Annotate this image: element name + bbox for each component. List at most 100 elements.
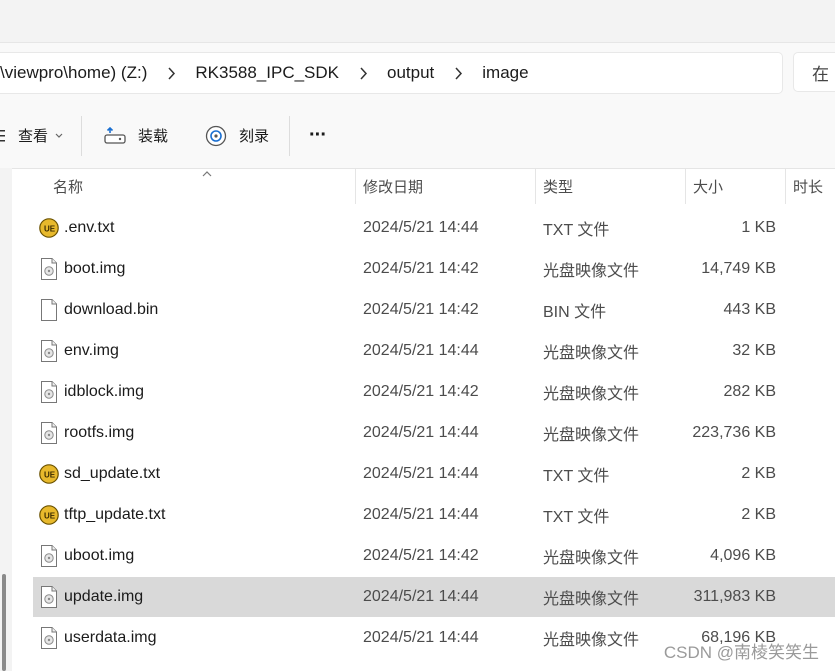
breadcrumb-drive[interactable]: \viewpro\home) (Z:) xyxy=(0,63,147,83)
file-type: TXT 文件 xyxy=(543,509,610,526)
file-row[interactable]: update.img 2024/5/21 14:44 光盘映像文件 311,983 K… xyxy=(33,577,835,617)
breadcrumb-image[interactable]: image xyxy=(482,63,528,83)
disc-image-file-icon xyxy=(39,544,59,568)
address-row: \viewpro\home) (Z:) RK3588_IPC_SDK outpu… xyxy=(0,42,835,104)
column-type[interactable]: 类型 xyxy=(543,168,573,204)
file-type: TXT 文件 xyxy=(543,222,610,239)
file-type: 光盘映像文件 xyxy=(543,345,640,362)
address-bar[interactable]: \viewpro\home) (Z:) RK3588_IPC_SDK outpu… xyxy=(0,52,783,94)
column-divider[interactable] xyxy=(785,168,786,204)
disc-image-file-icon xyxy=(39,257,59,281)
file-date: 2024/5/21 14:44 xyxy=(363,424,479,441)
burn-disc-icon xyxy=(205,125,227,146)
file-date: 2024/5/21 14:42 xyxy=(363,260,479,277)
file-type: TXT 文件 xyxy=(543,468,610,485)
file-size: 311,983 KB xyxy=(693,588,776,605)
ue-text-icon: UE xyxy=(39,503,59,527)
svg-text:UE: UE xyxy=(44,225,56,234)
file-date: 2024/5/21 14:44 xyxy=(363,465,479,482)
disc-image-file-icon xyxy=(39,626,59,650)
breadcrumb-sdk[interactable]: RK3588_IPC_SDK xyxy=(195,63,339,83)
file-name: sd_update.txt xyxy=(64,465,161,482)
mount-drive-icon xyxy=(104,126,126,144)
file-type: 光盘映像文件 xyxy=(543,427,640,444)
chevron-right-icon[interactable] xyxy=(339,53,387,93)
column-name[interactable]: 名称 xyxy=(53,168,83,204)
search-input[interactable]: 在 xyxy=(793,52,835,92)
blank-file-icon xyxy=(39,298,59,322)
file-row[interactable]: env.img 2024/5/21 14:44 光盘映像文件 32 KB xyxy=(33,331,835,371)
file-row[interactable]: UE .env.txt 2024/5/21 14:44 TXT 文件 1 KB xyxy=(33,208,835,248)
ue-text-icon: UE xyxy=(39,462,59,486)
toolbar-divider xyxy=(81,116,82,156)
file-size: 4,096 KB xyxy=(710,547,776,564)
file-type: 光盘映像文件 xyxy=(543,591,640,608)
file-type: BIN 文件 xyxy=(543,304,607,321)
file-row[interactable]: uboot.img 2024/5/21 14:42 光盘映像文件 4,096 KB xyxy=(33,536,835,576)
mount-button[interactable]: 装载 xyxy=(104,103,168,168)
column-duration[interactable]: 时长 xyxy=(793,168,823,204)
view-label: 查看 xyxy=(18,128,49,145)
file-name: userdata.img xyxy=(64,629,157,646)
file-row[interactable]: boot.img 2024/5/21 14:42 光盘映像文件 14,749 KB xyxy=(33,249,835,289)
svg-text:UE: UE xyxy=(44,471,56,480)
file-name: idblock.img xyxy=(64,383,145,400)
file-date: 2024/5/21 14:44 xyxy=(363,588,479,605)
command-bar: 查看 装载 刻录 ··· xyxy=(0,103,835,169)
file-size: 223,736 KB xyxy=(692,424,776,441)
file-date: 2024/5/21 14:42 xyxy=(363,383,479,400)
file-name: tftp_update.txt xyxy=(64,506,166,523)
toolbar-divider xyxy=(289,116,290,156)
mount-label: 装载 xyxy=(138,128,169,145)
file-date: 2024/5/21 14:44 xyxy=(363,219,479,236)
file-size: 443 KB xyxy=(723,301,776,318)
scrollbar-thumb[interactable] xyxy=(2,574,6,671)
view-button[interactable]: 查看 xyxy=(0,103,64,168)
disc-image-file-icon xyxy=(39,585,59,609)
file-size: 2 KB xyxy=(741,465,776,482)
burn-button[interactable]: 刻录 xyxy=(205,103,269,168)
burn-label: 刻录 xyxy=(239,128,270,145)
file-type: 光盘映像文件 xyxy=(543,263,640,280)
chevron-down-icon xyxy=(55,133,63,138)
file-size: 1 KB xyxy=(741,219,776,236)
file-date: 2024/5/21 14:42 xyxy=(363,547,479,564)
sort-ascending-icon xyxy=(202,171,212,177)
column-divider[interactable] xyxy=(355,168,356,204)
file-type: 光盘映像文件 xyxy=(543,632,640,649)
file-name: env.img xyxy=(64,342,119,359)
column-size[interactable]: 大小 xyxy=(693,168,723,204)
file-name: uboot.img xyxy=(64,547,135,564)
file-name: download.bin xyxy=(64,301,159,318)
chevron-right-icon[interactable] xyxy=(434,53,482,93)
file-date: 2024/5/21 14:42 xyxy=(363,301,479,318)
file-row[interactable]: idblock.img 2024/5/21 14:42 光盘映像文件 282 KB xyxy=(33,372,835,412)
svg-text:UE: UE xyxy=(44,512,56,521)
file-row[interactable]: rootfs.img 2024/5/21 14:44 光盘映像文件 223,736 K… xyxy=(33,413,835,453)
breadcrumb-output[interactable]: output xyxy=(387,63,434,83)
navigation-pane-edge xyxy=(0,168,12,671)
file-size: 14,749 KB xyxy=(701,260,776,277)
file-date: 2024/5/21 14:44 xyxy=(363,342,479,359)
file-row[interactable]: UE tftp_update.txt 2024/5/21 14:44 TXT 文件 2 … xyxy=(33,495,835,535)
column-divider[interactable] xyxy=(685,168,686,204)
more-options-button[interactable]: ··· xyxy=(309,103,327,168)
watermark: CSDN @南棱笑笑生 xyxy=(663,643,819,662)
file-row[interactable]: download.bin 2024/5/21 14:42 BIN 文件 443 KB xyxy=(33,290,835,330)
file-name: boot.img xyxy=(64,260,126,277)
file-type: 光盘映像文件 xyxy=(543,386,640,403)
column-date[interactable]: 修改日期 xyxy=(363,168,423,204)
file-type: 光盘映像文件 xyxy=(543,550,640,567)
file-size: 32 KB xyxy=(732,342,776,359)
file-row[interactable]: UE sd_update.txt 2024/5/21 14:44 TXT 文件 2 KB xyxy=(33,454,835,494)
chevron-right-icon[interactable] xyxy=(147,53,195,93)
ue-text-icon: UE xyxy=(39,216,59,240)
file-size: 282 KB xyxy=(723,383,776,400)
disc-image-file-icon xyxy=(39,380,59,404)
file-name: update.img xyxy=(64,588,144,605)
column-divider[interactable] xyxy=(535,168,536,204)
file-size: 2 KB xyxy=(741,506,776,523)
file-name: rootfs.img xyxy=(64,424,135,441)
file-date: 2024/5/21 14:44 xyxy=(363,629,479,646)
disc-image-file-icon xyxy=(39,339,59,363)
